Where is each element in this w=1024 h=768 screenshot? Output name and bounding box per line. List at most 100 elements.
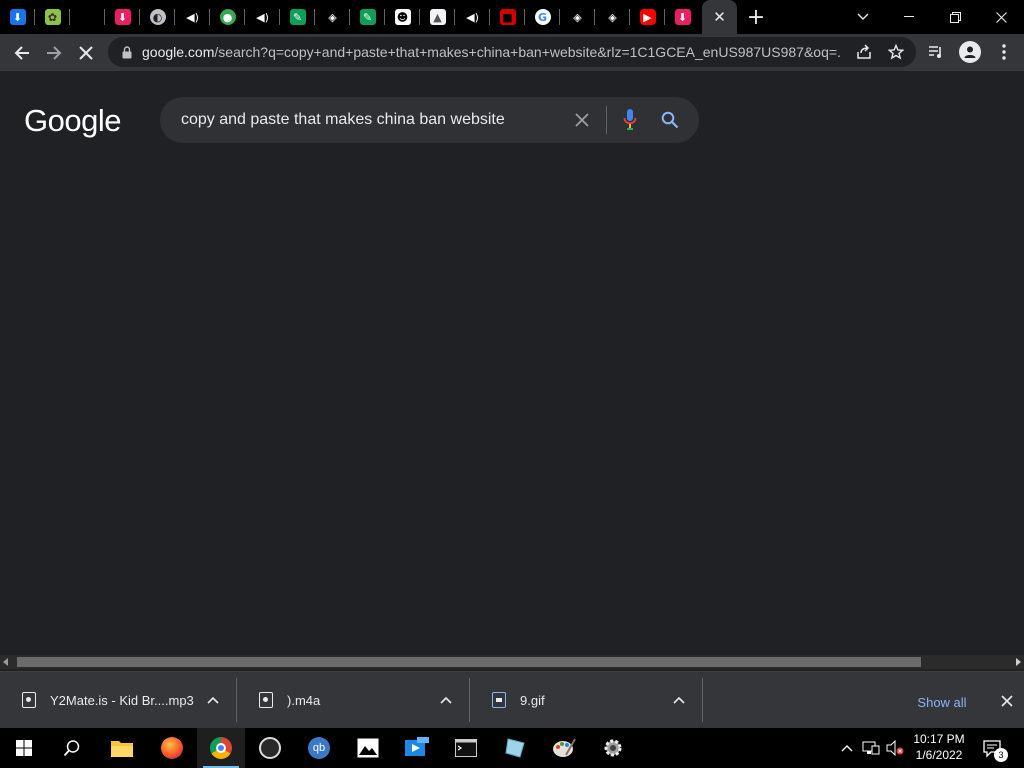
settings-gear-icon[interactable]	[589, 728, 637, 768]
address-bar[interactable]: google.com/search?q=copy+and+paste+that+…	[108, 37, 916, 67]
notification-center-icon[interactable]: 3	[980, 736, 1008, 762]
network-icon[interactable]	[862, 739, 880, 757]
back-arrow-icon	[14, 45, 29, 60]
tab-15[interactable]: ■	[490, 0, 525, 34]
start-windows-icon[interactable]	[0, 728, 48, 768]
document-image-icon: ▲	[429, 9, 446, 25]
tab-3[interactable]	[70, 0, 105, 34]
forward-button[interactable]	[38, 37, 70, 69]
notification-count-badge: 3	[994, 748, 1008, 762]
speaker-icon: ◀)	[256, 10, 269, 24]
search-box[interactable]: copy and paste that makes china ban webs…	[160, 97, 699, 143]
tab-search-chevron-icon[interactable]	[840, 0, 886, 34]
show-all-downloads-button[interactable]: Show all	[912, 691, 972, 713]
chrome-icon[interactable]	[197, 728, 245, 768]
terminal-icon[interactable]	[442, 728, 490, 768]
youtube-icon: ▶	[639, 9, 656, 25]
green-app-icon: ✎	[359, 9, 376, 25]
horizontal-scrollbar[interactable]	[0, 655, 1024, 669]
blank-tab-icon	[80, 9, 96, 25]
minimize-button[interactable]	[886, 0, 932, 34]
download-item[interactable]: ).m4a	[237, 678, 469, 722]
tab-9[interactable]: ✎	[280, 0, 315, 34]
back-button[interactable]	[6, 37, 38, 69]
layers-icon: ◈	[608, 10, 617, 24]
restore-button[interactable]	[932, 0, 978, 34]
microphone-icon[interactable]	[618, 108, 642, 132]
search-box-divider	[606, 106, 607, 134]
video-editor-icon[interactable]	[393, 728, 441, 768]
url-text[interactable]: google.com/search?q=copy+and+paste+that+…	[142, 44, 842, 60]
share-icon[interactable]	[850, 38, 878, 66]
file-explorer-icon[interactable]	[98, 728, 146, 768]
page-content: Google copy and paste that makes china b…	[0, 71, 1024, 655]
url-path: /search?q=copy+and+paste+that+makes+chin…	[214, 44, 842, 60]
tab-strip: ⬇ ✿ ⬇ ◐ ◀) ● ◀) ✎ ◈ ✎ ☻ ▲ ◀) ■ G ◈ ◈ ▶ ⬇…	[0, 0, 1024, 34]
cat-face-icon: ☻	[394, 9, 411, 25]
download-shelf: Y2Mate.is - Kid Br....mp3 ).m4a 9.gif Sh…	[0, 671, 1024, 728]
download-options-chevron-icon[interactable]	[669, 690, 689, 710]
close-shelf-icon[interactable]	[996, 690, 1018, 712]
tab-13[interactable]: ▲	[420, 0, 455, 34]
scroll-left-arrow-icon[interactable]	[3, 658, 8, 666]
close-window-button[interactable]	[978, 0, 1024, 34]
layers-icon: ◈	[328, 10, 337, 24]
tab-6[interactable]: ◀)	[175, 0, 210, 34]
qbittorrent-icon[interactable]: qb	[295, 728, 343, 768]
system-clock[interactable]: 10:17 PM 1/6/2022	[908, 731, 970, 763]
download-options-chevron-icon[interactable]	[203, 690, 223, 710]
tab-20[interactable]: ⬇	[665, 0, 700, 34]
google-g-icon: G	[534, 9, 551, 25]
tab-14[interactable]: ◀)	[455, 0, 490, 34]
paint-icon[interactable]	[540, 728, 588, 768]
download-filename: Y2Mate.is - Kid Br....mp3	[50, 692, 194, 708]
download-filename: 9.gif	[520, 692, 545, 708]
qbittorrent-label: qb	[308, 737, 330, 759]
menu-kebab-icon[interactable]	[988, 36, 1020, 68]
tab-19[interactable]: ▶	[630, 0, 665, 34]
clear-search-icon[interactable]	[570, 108, 594, 132]
stop-x-icon	[79, 45, 93, 60]
tab-12[interactable]: ☻	[385, 0, 420, 34]
media-queue-icon[interactable]	[920, 36, 952, 68]
tab-10[interactable]: ◈	[315, 0, 350, 34]
tab-close-icon[interactable]: ✕	[713, 8, 726, 26]
search-input[interactable]: copy and paste that makes china ban webs…	[181, 111, 571, 129]
search-icon[interactable]	[48, 728, 96, 768]
download-red-icon: ⬇	[674, 9, 691, 25]
tab-16[interactable]: G	[525, 0, 560, 34]
layers-icon: ◈	[573, 10, 582, 24]
tab-11[interactable]: ✎	[350, 0, 385, 34]
new-tab-button[interactable]: +	[737, 0, 775, 34]
tab-5[interactable]: ◐	[140, 0, 175, 34]
volume-muted-icon[interactable]	[886, 739, 904, 757]
download-item[interactable]: Y2Mate.is - Kid Br....mp3	[0, 678, 236, 722]
obs-icon[interactable]	[246, 728, 294, 768]
globe-icon: ◐	[149, 9, 166, 25]
notepad-icon[interactable]	[491, 728, 539, 768]
tab-1[interactable]: ⬇	[0, 0, 35, 34]
tab-4[interactable]: ⬇	[105, 0, 140, 34]
scroll-right-arrow-icon[interactable]	[1016, 658, 1021, 666]
tab-18[interactable]: ◈	[595, 0, 630, 34]
tab-17[interactable]: ◈	[560, 0, 595, 34]
tab-2[interactable]: ✿	[35, 0, 70, 34]
firefox-icon[interactable]	[148, 728, 196, 768]
lock-icon[interactable]	[118, 43, 136, 61]
gear-puzzle-icon: ✿	[44, 9, 61, 25]
bookmark-star-icon[interactable]	[882, 38, 910, 66]
download-item[interactable]: 9.gif	[470, 678, 702, 722]
show-hidden-icons-chevron-icon[interactable]	[838, 739, 856, 757]
active-tab[interactable]: ✕	[702, 0, 737, 34]
speaker-icon: ◀)	[466, 10, 479, 24]
tab-7[interactable]: ●	[210, 0, 245, 34]
profile-avatar-icon[interactable]	[954, 36, 986, 68]
stop-loading-button[interactable]	[70, 37, 102, 69]
image-file-icon	[492, 692, 506, 708]
download-options-chevron-icon[interactable]	[436, 690, 456, 710]
search-magnifier-icon[interactable]	[658, 108, 682, 132]
photos-icon[interactable]	[344, 728, 392, 768]
google-logo[interactable]: Google	[24, 103, 121, 139]
scrollbar-thumb[interactable]	[17, 657, 921, 667]
tab-8[interactable]: ◀)	[245, 0, 280, 34]
